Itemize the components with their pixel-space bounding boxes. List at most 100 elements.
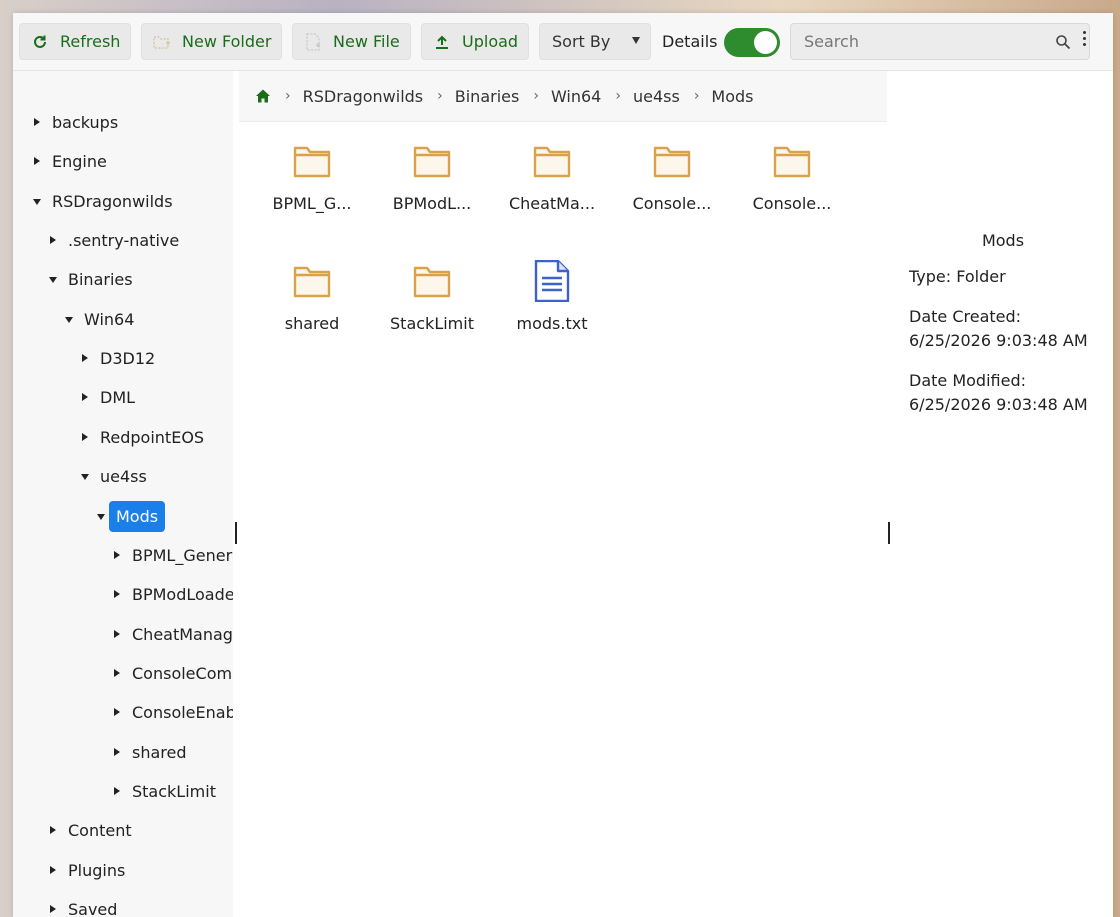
new-folder-button[interactable]: New Folder: [141, 23, 282, 60]
tree-item-label: Content: [68, 820, 132, 840]
breadcrumb-separator: ›: [285, 88, 291, 104]
breadcrumb-item[interactable]: RSDragonwilds: [303, 87, 424, 106]
sort-by-dropdown[interactable]: Sort By: [539, 23, 651, 60]
folder-item[interactable]: CheatMa...: [492, 122, 612, 232]
details-toggle[interactable]: [724, 28, 780, 57]
caret-right-icon[interactable]: [29, 153, 45, 169]
search-box: [790, 23, 1090, 60]
breadcrumb-item[interactable]: Win64: [551, 87, 601, 106]
caret-right-icon[interactable]: [109, 626, 125, 642]
tree-item[interactable]: Win64: [61, 301, 141, 337]
search-icon[interactable]: [1055, 34, 1071, 54]
more-options-icon[interactable]: [1080, 31, 1088, 53]
tree-item-label: Engine: [52, 151, 107, 171]
caret-down-icon[interactable]: [77, 468, 93, 484]
caret-right-icon[interactable]: [109, 586, 125, 602]
folder-item[interactable]: StackLimit: [372, 242, 492, 352]
tree-item[interactable]: RSDragonwilds: [29, 183, 180, 219]
caret-right-icon[interactable]: [109, 783, 125, 799]
caret-right-icon[interactable]: [77, 389, 93, 405]
folder-icon: [532, 141, 572, 181]
caret-right-icon[interactable]: [45, 862, 61, 878]
tree-item-label: backups: [52, 112, 119, 132]
details-pane: Mods Type: Folder Date Created: 6/25/202…: [893, 71, 1113, 917]
tree-item[interactable]: BPML_GenericFunctions: [109, 537, 233, 573]
folder-tree: backups Engine RSDragonwilds .sentry-native…: [13, 71, 233, 917]
folder-icon: [292, 141, 332, 181]
folder-item[interactable]: BPModL...: [372, 122, 492, 232]
item-name: BPML_G...: [272, 194, 352, 213]
tree-item[interactable]: Engine: [29, 143, 114, 179]
tree-item[interactable]: Binaries: [45, 261, 140, 297]
breadcrumb: › RSDragonwilds › Binaries › Win64 › ue4ss › Mods: [239, 71, 887, 122]
sidebar-resize-handle[interactable]: [235, 522, 237, 544]
folder-icon: [412, 261, 452, 301]
folder-item[interactable]: Console...: [612, 122, 732, 232]
details-resize-handle[interactable]: [888, 522, 890, 544]
caret-right-icon[interactable]: [45, 901, 61, 917]
tree-item[interactable]: Mods: [93, 498, 166, 534]
tree-item[interactable]: StackLimit: [109, 773, 223, 809]
tree-item[interactable]: ConsoleCommandsMod: [109, 655, 233, 691]
toggle-knob: [754, 31, 777, 54]
tree-item[interactable]: CheatManagerEnablerMod: [109, 616, 233, 652]
tree-item-label: BPModLoaderMod: [132, 584, 233, 604]
breadcrumb-item[interactable]: ue4ss: [633, 87, 680, 106]
caret-right-icon[interactable]: [109, 704, 125, 720]
file-item[interactable]: mods.txt: [492, 242, 612, 352]
chevron-down-icon: [632, 37, 640, 44]
tree-item[interactable]: .sentry-native: [45, 222, 186, 258]
tree-item[interactable]: RedpointEOS: [77, 419, 211, 455]
refresh-button[interactable]: Refresh: [19, 23, 131, 60]
file-manager-window: Refresh New Folder New File Upload Sort …: [13, 13, 1113, 917]
upload-label: Upload: [462, 32, 519, 51]
breadcrumb-separator: ›: [615, 88, 621, 104]
search-input[interactable]: [791, 24, 1051, 59]
caret-down-icon[interactable]: [61, 311, 77, 327]
folder-icon: [412, 141, 452, 181]
folder-item[interactable]: shared: [252, 242, 372, 352]
new-folder-label: New Folder: [182, 32, 272, 51]
caret-right-icon[interactable]: [45, 232, 61, 248]
new-file-button[interactable]: New File: [292, 23, 411, 60]
tree-item-label: BPML_GenericFunctions: [132, 545, 233, 565]
caret-down-icon[interactable]: [93, 508, 109, 524]
caret-down-icon[interactable]: [45, 271, 61, 287]
folder-icon: [772, 141, 812, 181]
upload-icon: [432, 32, 452, 52]
tree-item-label: Win64: [84, 309, 135, 329]
tree-item[interactable]: backups: [29, 104, 125, 140]
tree-item[interactable]: Content: [45, 812, 139, 848]
tree-item-label: shared: [132, 742, 187, 762]
tree-item[interactable]: ue4ss: [77, 458, 154, 494]
upload-button[interactable]: Upload: [421, 23, 529, 60]
caret-right-icon[interactable]: [45, 822, 61, 838]
caret-right-icon[interactable]: [109, 744, 125, 760]
caret-right-icon[interactable]: [29, 114, 45, 130]
folder-item[interactable]: BPML_G...: [252, 122, 372, 232]
refresh-icon: [30, 32, 50, 52]
main-content: › RSDragonwilds › Binaries › Win64 › ue4ss › Mods…: [239, 71, 887, 917]
folder-item[interactable]: Console...: [732, 122, 852, 232]
caret-down-icon[interactable]: [29, 193, 45, 209]
caret-right-icon[interactable]: [109, 547, 125, 563]
breadcrumb-item[interactable]: Mods: [711, 87, 753, 106]
tree-item[interactable]: D3D12: [77, 340, 162, 376]
tree-item[interactable]: Plugins: [45, 852, 132, 888]
tree-item[interactable]: Saved: [45, 891, 124, 917]
tree-item[interactable]: DML: [77, 379, 142, 415]
tree-item[interactable]: BPModLoaderMod: [109, 576, 233, 612]
tree-item[interactable]: ConsoleEnablerMod: [109, 694, 233, 730]
home-icon[interactable]: [255, 88, 271, 104]
tree-item-label: StackLimit: [132, 781, 216, 801]
text-file-icon: [532, 260, 572, 302]
caret-right-icon[interactable]: [77, 350, 93, 366]
item-name: BPModL...: [392, 194, 472, 213]
breadcrumb-item[interactable]: Binaries: [455, 87, 520, 106]
caret-right-icon[interactable]: [109, 665, 125, 681]
caret-right-icon[interactable]: [77, 429, 93, 445]
tree-item[interactable]: shared: [109, 734, 194, 770]
details-title: Mods: [981, 231, 1025, 250]
item-name: shared: [284, 314, 340, 333]
tree-item-label: ConsoleEnablerMod: [132, 702, 233, 722]
